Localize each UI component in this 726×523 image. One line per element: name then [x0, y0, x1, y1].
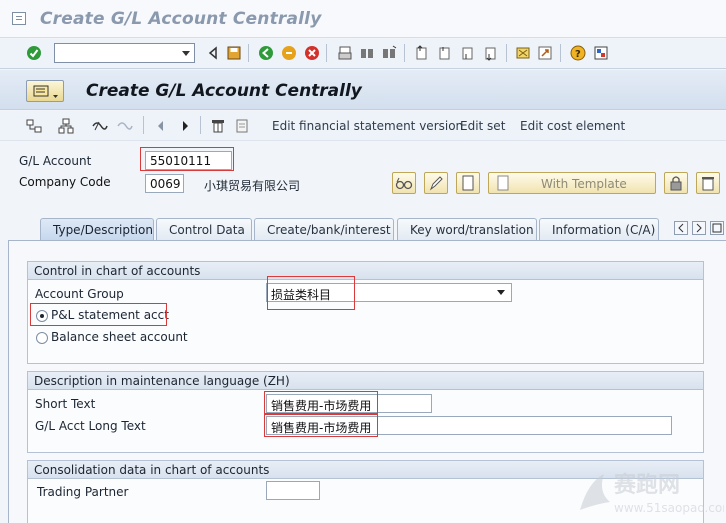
help-icon[interactable]: ? [570, 45, 586, 61]
edit-cost-element-button[interactable]: Edit cost element [520, 119, 625, 133]
save-icon[interactable] [226, 45, 242, 61]
exit-icon[interactable] [281, 45, 297, 61]
control-group-title: Control in chart of accounts [28, 262, 703, 280]
application-toolbar: Edit financial statement version Edit se… [0, 111, 726, 141]
window-title: Create G/L Account Centrally [40, 9, 322, 29]
trash-icon [702, 177, 714, 191]
pl-statement-highlight [30, 303, 167, 326]
display-glasses-icon [395, 177, 413, 190]
pencil-icon [429, 176, 443, 191]
delete-account-button[interactable] [696, 172, 720, 194]
tab-list-icon[interactable] [710, 221, 724, 235]
company-code-label: Company Code [19, 175, 111, 189]
short-text-label: Short Text [35, 397, 96, 411]
long-text-highlight [264, 414, 378, 437]
block-button[interactable] [664, 172, 688, 194]
page-title: Create G/L Account Centrally [86, 81, 362, 101]
find-icon[interactable] [359, 45, 375, 61]
trading-partner-label: Trading Partner [37, 485, 129, 499]
cancel-icon[interactable] [304, 45, 320, 61]
watermark-logo: 赛跑网 www.51saopao.com [574, 462, 726, 520]
long-text-label: G/L Acct Long Text [35, 419, 146, 433]
svg-text:www.51saopao.com: www.51saopao.com [614, 501, 724, 515]
chevron-down-icon[interactable] [496, 289, 506, 297]
balance-sheet-label: Balance sheet account [51, 330, 188, 344]
edit-button[interactable] [424, 172, 448, 194]
print-icon[interactable] [337, 45, 353, 61]
nav-back-icon[interactable] [258, 45, 274, 61]
svg-text:赛跑网: 赛跑网 [613, 472, 680, 498]
window-menu-icon[interactable] [12, 12, 26, 25]
screen-header: Create G/L Account Centrally [0, 70, 726, 110]
new-document-icon [462, 175, 474, 191]
customize-layout-icon[interactable] [593, 45, 609, 61]
tab-scroll-left-icon[interactable] [674, 221, 688, 235]
tab-scroll-right-icon[interactable] [692, 221, 706, 235]
delete-icon[interactable] [210, 118, 226, 134]
tab-type-description[interactable]: Type/Description [40, 218, 154, 240]
gl-account-highlight [140, 147, 234, 171]
with-template-button[interactable]: With Template [488, 172, 656, 194]
last-page-icon[interactable] [483, 45, 499, 61]
balance-sheet-radio[interactable] [36, 332, 48, 344]
gl-account-label: G/L Account [19, 154, 92, 168]
display-other-icon [117, 118, 133, 134]
title-bar: Create G/L Account Centrally [0, 0, 726, 38]
chevron-down-icon[interactable] [182, 51, 190, 56]
template-document-icon [497, 175, 509, 191]
glasses-button[interactable] [392, 172, 416, 194]
description-group-title: Description in maintenance language (ZH) [28, 372, 703, 390]
short-text-highlight [264, 391, 378, 414]
create-button[interactable] [456, 172, 480, 194]
system-menu-button[interactable] [26, 80, 64, 102]
change-display-icon[interactable] [92, 118, 108, 134]
company-code-field[interactable]: 0069 [145, 174, 184, 193]
hierarchy-icon[interactable] [26, 118, 42, 134]
next-page-icon[interactable] [460, 45, 476, 61]
back-icon[interactable] [205, 45, 221, 61]
tab-control-data[interactable]: Control Data [156, 218, 252, 240]
lock-icon [670, 176, 682, 191]
edit-set-button[interactable]: Edit set [460, 119, 505, 133]
tab-information-ca[interactable]: Information (C/A) [539, 218, 659, 240]
account-group-highlight [267, 276, 355, 310]
structure-icon[interactable] [58, 118, 74, 134]
tab-key-word-translation[interactable]: Key word/translation [397, 218, 537, 240]
tab-create-bank-interest[interactable]: Create/bank/interest [254, 218, 394, 240]
shortcut-icon[interactable] [537, 45, 553, 61]
with-template-label: With Template [541, 177, 627, 191]
command-field[interactable] [54, 43, 195, 63]
standard-toolbar: ? [0, 39, 726, 69]
edit-fs-version-button[interactable]: Edit financial statement version [272, 119, 463, 133]
account-group-label: Account Group [35, 287, 124, 301]
next-icon[interactable] [177, 118, 193, 134]
previous-icon[interactable] [153, 118, 169, 134]
company-name: 小琪贸易有限公司 [204, 179, 301, 193]
new-session-icon[interactable] [515, 45, 531, 61]
enter-icon[interactable] [26, 45, 42, 61]
first-page-icon[interactable] [414, 45, 430, 61]
prev-page-icon[interactable] [437, 45, 453, 61]
find-next-icon[interactable] [381, 45, 397, 61]
document-icon[interactable] [234, 118, 250, 134]
svg-text:?: ? [575, 49, 581, 60]
trading-partner-field[interactable] [266, 481, 320, 500]
